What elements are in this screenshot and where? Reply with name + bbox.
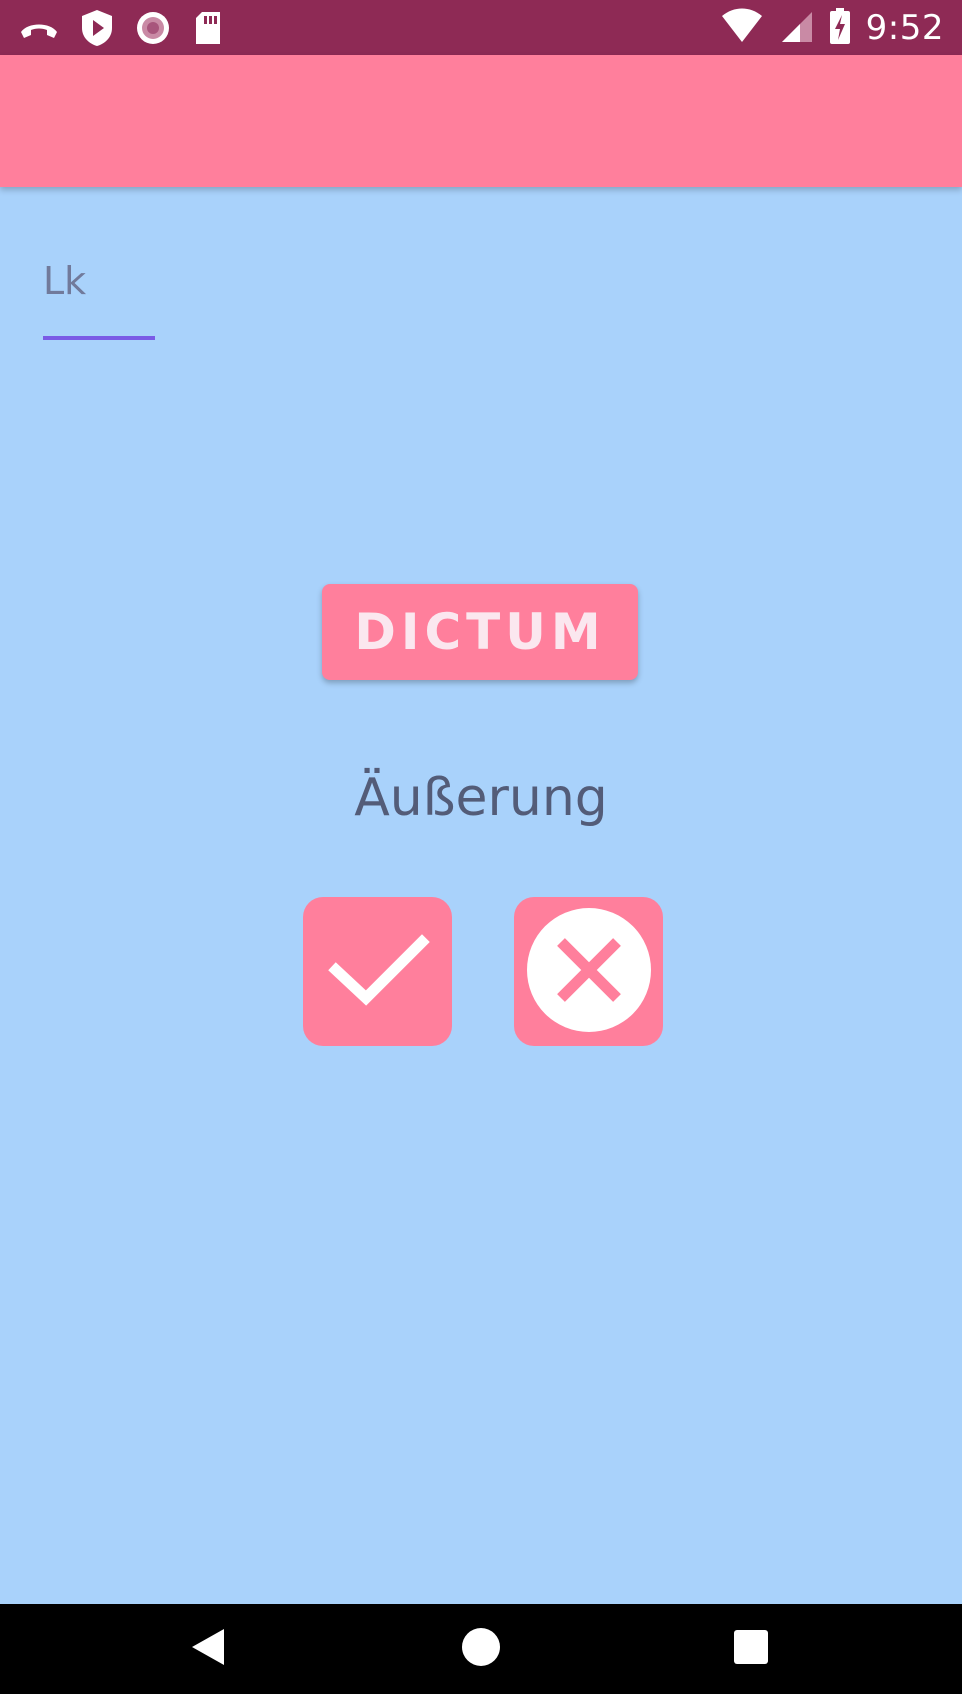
home-icon	[460, 1626, 502, 1672]
status-left-icons	[18, 8, 224, 52]
back-button[interactable]	[158, 1604, 258, 1694]
accept-button[interactable]	[303, 897, 452, 1046]
signal-icon	[778, 6, 814, 50]
dictum-button[interactable]: DICTUM	[322, 584, 638, 680]
shield-play-icon	[80, 8, 114, 52]
input-underline	[43, 336, 155, 340]
reject-button[interactable]	[514, 897, 663, 1046]
wifi-icon	[720, 6, 764, 50]
word-label: Äußerung	[354, 768, 608, 828]
home-button[interactable]	[431, 1604, 531, 1694]
status-time: 9:52	[865, 7, 944, 48]
status-right-icons: 9:52	[720, 0, 944, 55]
recents-button[interactable]	[701, 1604, 801, 1694]
phone-hangup-icon	[18, 8, 60, 52]
recents-icon	[732, 1628, 770, 1670]
close-circle-icon	[526, 907, 652, 1037]
text-input[interactable]	[43, 259, 155, 303]
check-icon	[318, 910, 438, 1034]
record-icon	[134, 8, 172, 52]
text-input-container[interactable]	[43, 255, 155, 345]
battery-charging-icon	[828, 6, 852, 50]
sd-card-icon	[192, 8, 224, 52]
navigation-bar	[0, 1604, 962, 1694]
back-icon	[188, 1626, 228, 1672]
status-bar: 9:52	[0, 0, 962, 55]
app-bar	[0, 55, 962, 187]
